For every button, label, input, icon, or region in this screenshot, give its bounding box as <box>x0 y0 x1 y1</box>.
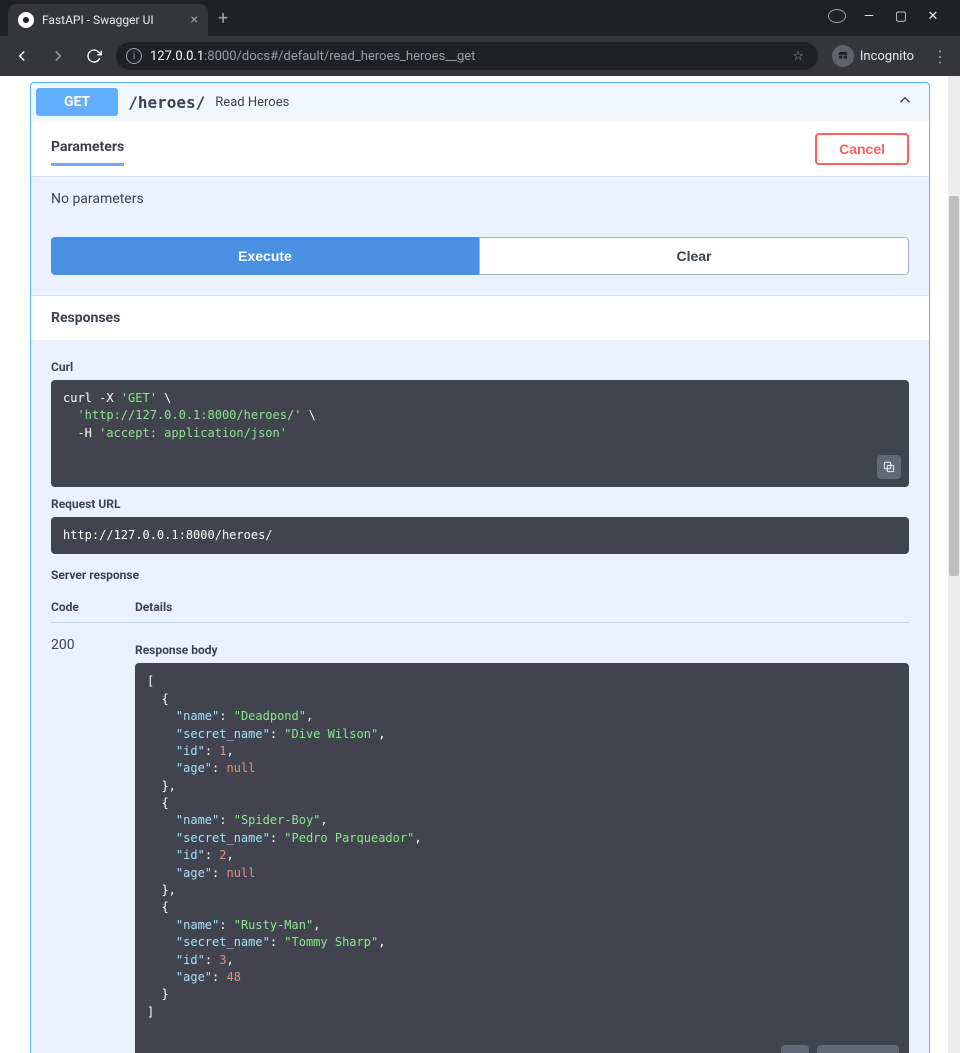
no-parameters-text: No parameters <box>51 191 909 207</box>
endpoint-path: /heroes/ <box>128 93 205 112</box>
close-tab-icon[interactable]: × <box>191 12 198 28</box>
new-tab-button[interactable]: + <box>208 8 238 29</box>
site-info-icon[interactable]: i <box>126 48 142 64</box>
chevron-up-icon[interactable] <box>896 91 914 113</box>
response-body-block: [ { "name": "Deadpond", "secret_name": "… <box>135 663 909 1053</box>
request-url-block: http://127.0.0.1:8000/heroes/ <box>51 517 909 554</box>
browser-tab[interactable]: FastAPI - Swagger UI × <box>8 4 208 36</box>
maximize-icon[interactable]: ▢ <box>892 9 910 27</box>
parameters-tab[interactable]: Parameters <box>51 131 124 166</box>
execute-button[interactable]: Execute <box>51 237 479 275</box>
incognito-badge: Incognito <box>826 45 920 67</box>
http-method-badge: GET <box>36 88 118 116</box>
close-window-icon[interactable]: ✕ <box>924 9 942 27</box>
curl-block: curl -X 'GET' \ 'http://127.0.0.1:8000/h… <box>51 380 909 487</box>
code-column-header: Code <box>51 600 135 614</box>
back-button[interactable] <box>8 42 36 70</box>
operation-summary[interactable]: GET /heroes/ Read Heroes <box>31 83 929 121</box>
forward-button[interactable] <box>44 42 72 70</box>
clear-button[interactable]: Clear <box>479 237 909 275</box>
tab-title: FastAPI - Swagger UI <box>42 13 154 27</box>
address-bar[interactable]: i 127.0.0.1:8000/docs#/default/read_hero… <box>116 42 818 70</box>
copy-icon[interactable] <box>781 1045 809 1053</box>
response-code: 200 <box>51 637 135 1053</box>
browser-menu-icon[interactable]: ⋮ <box>928 47 952 66</box>
request-url-label: Request URL <box>51 497 909 511</box>
incognito-icon <box>832 45 854 67</box>
responses-heading: Responses <box>31 295 929 340</box>
scrollbar-thumb[interactable] <box>949 196 959 576</box>
page-scrollbar[interactable] <box>948 76 960 1053</box>
tab-bar: FastAPI - Swagger UI × + — ▢ ✕ <box>0 0 960 36</box>
bookmark-star-icon[interactable]: ☆ <box>788 49 808 64</box>
minimize-icon[interactable]: — <box>860 9 878 27</box>
tab-favicon <box>18 12 34 28</box>
url-text: 127.0.0.1:8000/docs#/default/read_heroes… <box>150 49 475 64</box>
reload-button[interactable] <box>80 42 108 70</box>
copy-icon[interactable] <box>877 455 901 479</box>
curl-label: Curl <box>51 360 909 374</box>
endpoint-summary: Read Heroes <box>215 95 289 110</box>
window-circle-icon[interactable] <box>828 9 846 27</box>
download-button[interactable]: Download <box>817 1045 899 1053</box>
response-body-label: Response body <box>135 643 909 657</box>
details-column-header: Details <box>135 600 172 614</box>
server-response-label: Server response <box>51 568 909 582</box>
cancel-button[interactable]: Cancel <box>815 133 909 165</box>
